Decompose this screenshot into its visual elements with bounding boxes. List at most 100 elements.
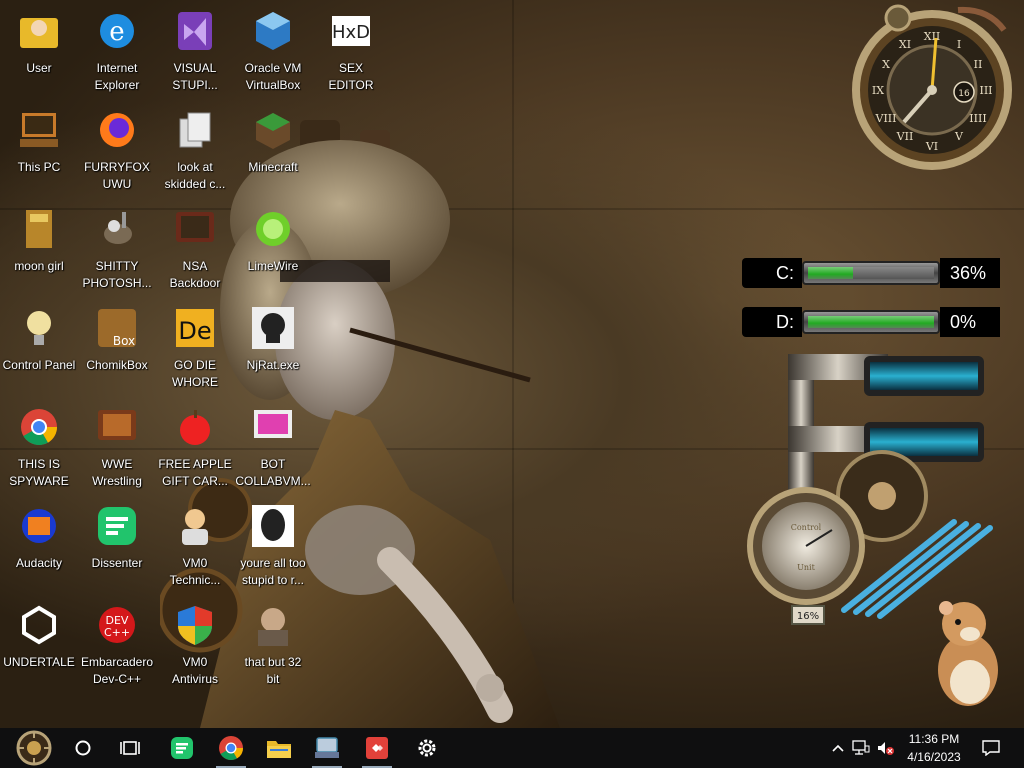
svg-text:De: De — [178, 317, 211, 345]
svg-text:V: V — [954, 130, 964, 143]
desktop-icon[interactable]: THIS IS SPYWARE — [0, 396, 78, 490]
task-view-button[interactable] — [110, 728, 150, 768]
book-icon — [16, 206, 62, 252]
chrome-icon — [16, 404, 62, 450]
portrait-icon — [250, 503, 296, 549]
desktop-icon-label: VM0 Technic... — [169, 556, 221, 587]
show-hidden-icons-button[interactable] — [828, 728, 848, 768]
notification-center-button[interactable] — [976, 728, 1006, 768]
desktop-icon[interactable]: UNDERTALE — [0, 594, 78, 688]
desktop-icon[interactable]: youre all too stupid to r... — [234, 495, 312, 589]
chomikbox-icon: Box — [94, 305, 140, 351]
audacity-icon — [16, 503, 62, 549]
svg-text:Box: Box — [113, 334, 135, 348]
chrome-taskbar[interactable] — [210, 728, 252, 768]
virtualbox-icon — [250, 8, 296, 54]
drive-meter-c: C: 36% — [742, 258, 1002, 288]
desktop-icon[interactable]: LimeWire — [234, 198, 312, 292]
svg-text:VII: VII — [896, 130, 914, 143]
desktop-icon-label: WWE Wrestling — [92, 457, 142, 488]
file-explorer-taskbar[interactable] — [258, 728, 300, 768]
desktop-icon[interactable]: User — [0, 0, 78, 94]
skull-icon — [250, 305, 296, 351]
desktop-icon[interactable]: look at skidded c... — [156, 99, 234, 193]
desktop-icon[interactable]: BOT COLLABVM... — [234, 396, 312, 490]
lightbulb-icon — [16, 305, 62, 351]
desktop-icon[interactable]: Minecraft — [234, 99, 312, 193]
desktop-icon[interactable]: This PC — [0, 99, 78, 193]
desktop-icon-label: VISUAL STUPI... — [172, 61, 218, 92]
desktop-icon-label: User — [26, 61, 52, 75]
desktop-icon[interactable]: NjRat.exe — [234, 297, 312, 391]
dissenter-taskbar[interactable] — [162, 728, 202, 768]
volume-tray-button[interactable] — [874, 728, 896, 768]
desktop-icon-label: look at skidded c... — [164, 160, 226, 191]
svg-text:VIII: VIII — [875, 112, 897, 125]
desktop-icon-label: Minecraft — [248, 160, 298, 174]
desktop-icon-label: Audacity — [15, 556, 63, 570]
svg-text:II: II — [974, 58, 983, 71]
desktop-icon[interactable]: SHITTY PHOTOSH... — [78, 198, 156, 292]
desktop-icon-label: BOT COLLABVM... — [235, 457, 311, 488]
desktop-icon[interactable]: HxD SEX EDITOR — [312, 0, 390, 94]
start-button[interactable] — [8, 728, 60, 768]
steampunk-clock-widget: XII I II III IIII V VI VII VIII IX X XI … — [852, 4, 1012, 170]
monitor-icon — [250, 404, 296, 450]
desktop-icon[interactable]: FREE APPLE GIFT CAR... — [156, 396, 234, 490]
desktop-icon-label: Oracle VM VirtualBox — [244, 61, 302, 92]
desktop-icon[interactable]: Dissenter — [78, 495, 156, 589]
cortana-button[interactable] — [64, 728, 102, 768]
desktop-icon[interactable]: that but 32 bit — [234, 594, 312, 688]
volume-muted-icon — [878, 742, 894, 755]
desktop-icon[interactable]: De GO DIE WHORE — [156, 297, 234, 391]
desktop-icon-label: moon girl — [14, 259, 64, 273]
svg-text:VI: VI — [925, 140, 938, 153]
chrome-icon — [219, 736, 243, 761]
clock-tray[interactable]: 11:36 PM 4/16/2023 — [898, 728, 970, 768]
svg-text:Unit: Unit — [797, 563, 815, 572]
drive-percent: 36% — [940, 258, 1000, 288]
desktop-icon[interactable]: Box ChomikBox — [78, 297, 156, 391]
desktop-icon-label: FURRYFOX UWU — [84, 160, 150, 191]
desktop-icon[interactable]: NSA Backdoor — [156, 198, 234, 292]
drive-usage-bar — [802, 310, 940, 334]
taskbar: 11:36 PM 4/16/2023 — [0, 728, 1024, 768]
internet-explorer-icon: e — [94, 8, 140, 54]
desktop-icon-label: SEX EDITOR — [328, 61, 374, 92]
de-letter-icon: De — [172, 305, 218, 351]
anydesk-taskbar[interactable] — [356, 728, 398, 768]
firefox-icon — [94, 107, 140, 153]
desktop-icon-label: NjRat.exe — [246, 358, 300, 372]
copy-files-icon — [172, 107, 218, 153]
hxd-hex-editor-icon: HxD — [328, 8, 374, 54]
desktop-icon[interactable]: FURRYFOX UWU — [78, 99, 156, 193]
drive-percent: 0% — [940, 307, 1000, 337]
desktop-icon[interactable]: DEV C++ Embarcadero Dev-C++ — [78, 594, 156, 688]
devcpp-icon: DEV C++ — [94, 602, 140, 648]
desktop-icon[interactable]: VM0 Technic... — [156, 495, 234, 589]
desktop-icon[interactable]: moon girl — [0, 198, 78, 292]
desktop-icon[interactable]: WWE Wrestling — [78, 396, 156, 490]
desktop-icon-label: LimeWire — [247, 259, 299, 273]
desktop-icon[interactable]: VM0 Antivirus — [156, 594, 234, 688]
chevron-up-icon — [832, 744, 844, 752]
gimp-icon — [94, 206, 140, 252]
shield-icon — [172, 602, 218, 648]
visual-studio-icon — [172, 8, 218, 54]
network-tray-button[interactable] — [850, 728, 872, 768]
anydesk-icon — [366, 737, 388, 759]
desktop-icon[interactable]: Oracle VM VirtualBox — [234, 0, 312, 94]
desktop-icon[interactable]: e Internet Explorer — [78, 0, 156, 94]
desktop-icon[interactable]: VISUAL STUPI... — [156, 0, 234, 94]
portrait-woman-icon — [250, 602, 296, 648]
desktop-icon[interactable]: Control Panel — [0, 297, 78, 391]
desktop-icon-label: Control Panel — [2, 358, 76, 372]
svg-text:III: III — [979, 84, 992, 97]
user-folder-icon — [16, 8, 62, 54]
collabvm-taskbar[interactable] — [306, 728, 348, 768]
svg-text:X: X — [882, 58, 890, 71]
desktop[interactable]: User e Internet Explorer VISUAL STUPI... Ora… — [0, 0, 1024, 728]
desktop-icon[interactable]: Audacity — [0, 495, 78, 589]
settings-taskbar[interactable] — [406, 728, 448, 768]
svg-text:XII: XII — [924, 30, 941, 43]
